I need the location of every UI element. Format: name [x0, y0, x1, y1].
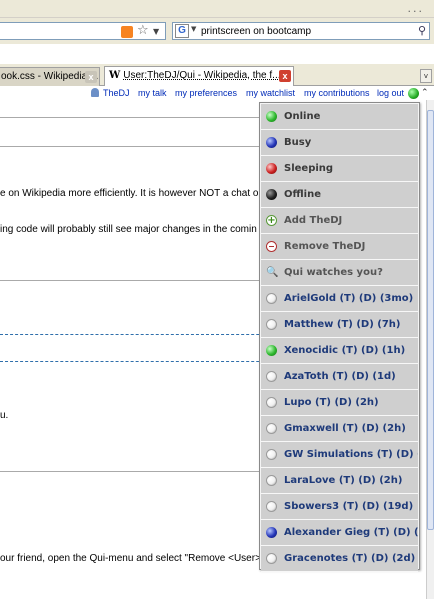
- tab-user-thedj-qui[interactable]: W User:TheDJ/Qui - Wikipedia, the f... x: [104, 66, 294, 86]
- search-go-icon[interactable]: ⚲: [418, 24, 426, 37]
- offline-status-icon: [266, 293, 277, 304]
- menu-item-label: Busy: [284, 137, 312, 148]
- status-sleeping-item[interactable]: Sleeping: [261, 156, 418, 182]
- user-icon: [91, 88, 99, 97]
- scrollbar-thumb[interactable]: [427, 110, 434, 530]
- menu-item-label: Online: [284, 111, 321, 122]
- user-item-label[interactable]: AzaToth (T) (D) (1d): [284, 365, 396, 389]
- user-item-label[interactable]: Alexander Gieg (T) (D) (8h): [284, 521, 418, 545]
- user-item-label[interactable]: Gmaxwell (T) (D) (2h): [284, 417, 406, 441]
- user-item-lupo[interactable]: Lupo (T) (D) (2h): [261, 390, 418, 416]
- body-text: e on Wikipedia more efficiently. It is h…: [0, 188, 259, 199]
- rss-feed-icon[interactable]: [121, 26, 133, 38]
- bookmark-star-icon[interactable]: ☆: [137, 23, 149, 39]
- online-status-icon: [266, 111, 277, 122]
- offline-status-icon: [266, 423, 277, 434]
- personal-tools-bar: TheDJ my talk my preferences my watchlis…: [0, 86, 434, 100]
- user-item-matthew[interactable]: Matthew (T) (D) (7h): [261, 312, 418, 338]
- body-text: our friend, open the Qui-menu and select…: [0, 553, 261, 564]
- status-busy-item[interactable]: Busy: [261, 130, 418, 156]
- user-item-azatoth[interactable]: AzaToth (T) (D) (1d): [261, 364, 418, 390]
- user-page-link[interactable]: TheDJ: [103, 88, 130, 98]
- vertical-scrollbar[interactable]: [426, 100, 434, 599]
- offline-status-icon: [266, 397, 277, 408]
- user-item-label[interactable]: Sbowers3 (T) (D) (19d): [284, 495, 413, 519]
- status-offline-item[interactable]: Offline: [261, 182, 418, 208]
- user-item-label[interactable]: ArielGold (T) (D) (3mo): [284, 287, 413, 311]
- offline-status-icon: [266, 189, 277, 200]
- search-engine-dropdown-icon[interactable]: ▼: [191, 25, 196, 33]
- my-talk-link[interactable]: my talk: [138, 88, 167, 98]
- menu-item-label: Qui watches you?: [284, 267, 383, 278]
- busy-status-icon: [266, 527, 277, 538]
- minus-icon: [266, 241, 277, 252]
- user-item-label[interactable]: GW Simulations (T) (D) (1h): [284, 443, 418, 467]
- busy-status-icon: [266, 137, 277, 148]
- body-text: u.: [0, 410, 9, 421]
- close-tab-icon[interactable]: x: [85, 71, 97, 83]
- offline-status-icon: [266, 501, 277, 512]
- tab-label: ook.css - Wikipedia,...: [1, 71, 99, 82]
- user-item-label[interactable]: Lupo (T) (D) (2h): [284, 391, 379, 415]
- log-out-link[interactable]: log out: [377, 88, 404, 98]
- google-search-engine-icon[interactable]: G: [175, 24, 189, 38]
- remove-user-item[interactable]: Remove TheDJ: [261, 234, 418, 260]
- qui-menu-toggle-icon[interactable]: ⌃: [421, 87, 429, 98]
- window-titlebar: ...: [0, 0, 434, 18]
- menu-item-label: Remove TheDJ: [284, 241, 366, 252]
- my-contributions-link[interactable]: my contributions: [304, 88, 370, 98]
- url-bar[interactable]: ☆ ▼: [0, 22, 166, 40]
- user-item-sbowers3[interactable]: Sbowers3 (T) (D) (19d): [261, 494, 418, 520]
- qui-status-online-icon[interactable]: [408, 88, 419, 99]
- menu-item-label: Sleeping: [284, 163, 334, 174]
- tab-common-css[interactable]: ook.css - Wikipedia,... x: [0, 67, 100, 86]
- menu-item-label: Add TheDJ: [284, 215, 343, 226]
- tab-strip: ook.css - Wikipedia,... x W User:TheDJ/Qu…: [0, 64, 434, 86]
- close-tab-icon[interactable]: x: [279, 70, 291, 82]
- add-user-item[interactable]: + Add TheDJ: [261, 208, 418, 234]
- qui-watches-you-item[interactable]: 🔍 Qui watches you?: [261, 260, 418, 286]
- user-item-arielgold[interactable]: ArielGold (T) (D) (3mo): [261, 286, 418, 312]
- user-item-xenocidic[interactable]: Xenocidic (T) (D) (1h): [261, 338, 418, 364]
- window-dots: ...: [407, 2, 424, 15]
- search-input[interactable]: [201, 24, 411, 38]
- body-text: ing code will probably still see major c…: [0, 224, 257, 235]
- offline-status-icon: [266, 319, 277, 330]
- plus-icon: +: [266, 215, 277, 226]
- wikipedia-favicon-icon: W: [109, 70, 121, 81]
- tab-list-dropdown-icon[interactable]: v: [420, 69, 432, 83]
- user-item-label[interactable]: Xenocidic (T) (D) (1h): [284, 339, 405, 363]
- search-bar[interactable]: G ▼ ⚲: [172, 22, 430, 40]
- offline-status-icon: [266, 475, 277, 486]
- magnifier-icon: 🔍: [266, 267, 279, 278]
- navigation-toolbar: ☆ ▼ G ▼ ⚲: [0, 18, 434, 44]
- dropdown-arrow-icon[interactable]: ▼: [153, 24, 159, 40]
- status-online-item[interactable]: Online: [261, 104, 418, 130]
- offline-status-icon: [266, 553, 277, 564]
- offline-status-icon: [266, 371, 277, 382]
- sleeping-status-icon: [266, 163, 277, 174]
- user-item-gmaxwell[interactable]: Gmaxwell (T) (D) (2h): [261, 416, 418, 442]
- user-item-label[interactable]: Matthew (T) (D) (7h): [284, 313, 400, 337]
- online-status-icon: [266, 345, 277, 356]
- menu-item-label: Offline: [284, 189, 321, 200]
- my-watchlist-link[interactable]: my watchlist: [246, 88, 295, 98]
- tab-label: User:TheDJ/Qui - Wikipedia, the f...: [123, 70, 281, 81]
- qui-menu: Online Busy Sleeping Offline + Add TheDJ…: [259, 102, 420, 572]
- user-item-gracenotes[interactable]: Gracenotes (T) (D) (2d): [261, 546, 418, 572]
- offline-status-icon: [266, 449, 277, 460]
- user-item-alexander-gieg[interactable]: Alexander Gieg (T) (D) (8h): [261, 520, 418, 546]
- user-item-gw-simulations[interactable]: GW Simulations (T) (D) (1h): [261, 442, 418, 468]
- my-preferences-link[interactable]: my preferences: [175, 88, 237, 98]
- user-item-label[interactable]: Gracenotes (T) (D) (2d): [284, 547, 415, 571]
- user-item-laralove[interactable]: LaraLove (T) (D) (2h): [261, 468, 418, 494]
- user-item-label[interactable]: LaraLove (T) (D) (2h): [284, 469, 402, 493]
